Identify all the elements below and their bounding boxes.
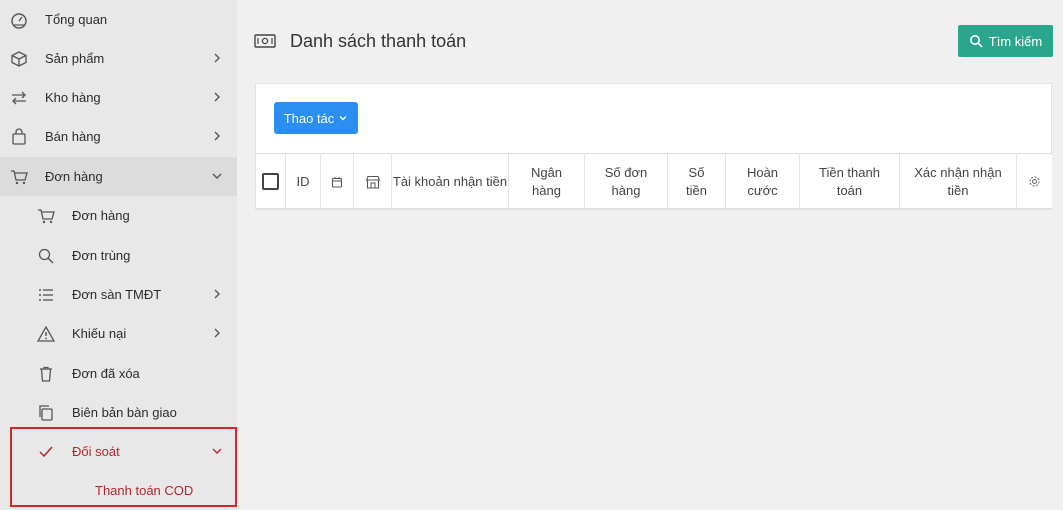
sidebar-subitem-label: Biên bản bàn giao <box>72 405 177 420</box>
box-icon <box>10 50 28 68</box>
sidebar-item-label: Kho hàng <box>45 90 101 105</box>
copy-icon <box>37 404 55 422</box>
sidebar-subitem-label: Khiếu nại <box>72 326 127 341</box>
page-title: Danh sách thanh toán <box>290 31 467 51</box>
column-header-id[interactable]: ID <box>286 154 321 209</box>
dashboard-icon <box>10 11 28 29</box>
sidebar-subitem-marketplace-orders[interactable]: Đơn sàn TMĐT <box>0 275 237 314</box>
actions-dropdown-button[interactable]: Thao tác <box>274 102 358 134</box>
header-checkbox-cell <box>256 154 286 209</box>
search-button[interactable]: Tìm kiếm <box>958 25 1053 57</box>
chevron-right-icon <box>214 328 220 338</box>
highlight-box <box>10 427 237 507</box>
sidebar: Tổng quan Sản phẩm Kho hàng Bán hàng Đơn… <box>0 0 237 510</box>
search-button-label: Tìm kiếm <box>988 33 1043 49</box>
chevron-down-icon <box>212 173 222 179</box>
column-header-receiving-account[interactable]: Tài khoản nhận tiền <box>392 154 509 209</box>
cart-icon <box>37 207 55 225</box>
transfer-icon <box>10 89 28 107</box>
gear-icon <box>1029 176 1040 187</box>
chevron-down-icon <box>339 116 347 121</box>
column-header-payment-amount[interactable]: Tiền thanh toán <box>800 154 900 209</box>
shopping-bag-icon <box>10 128 28 146</box>
sidebar-item-label: Đơn hàng <box>45 169 103 184</box>
sidebar-item-overview[interactable]: Tổng quan <box>0 0 237 39</box>
sidebar-item-label: Sản phẩm <box>45 51 105 66</box>
sidebar-subitem-label: Đơn trùng <box>72 248 131 263</box>
chevron-right-icon <box>214 131 220 141</box>
sidebar-subitem-complaints[interactable]: Khiếu nại <box>0 314 237 353</box>
chevron-right-icon <box>214 289 220 299</box>
trash-icon <box>37 365 55 383</box>
column-header-receipt-confirmation[interactable]: Xác nhận nhận tiền <box>900 154 1017 209</box>
warning-icon <box>37 325 55 343</box>
list-icon <box>37 286 55 304</box>
sidebar-item-label: Bán hàng <box>45 129 101 144</box>
sidebar-item-label: Tổng quan <box>45 12 108 27</box>
search-icon <box>969 35 983 48</box>
sidebar-item-orders[interactable]: Đơn hàng <box>0 157 237 196</box>
column-header-bank[interactable]: Ngân hàng <box>509 154 585 209</box>
store-icon <box>365 175 380 189</box>
sidebar-subitem-label: Đơn sàn TMĐT <box>72 287 162 302</box>
column-header-order-count[interactable]: Số đơn hàng <box>585 154 668 209</box>
column-header-date[interactable] <box>321 154 354 209</box>
sidebar-subitem-label: Đơn đã xóa <box>72 366 140 381</box>
column-header-refund-fee[interactable]: Hoàn cước <box>726 154 800 209</box>
table-header: ID Tài khoản nhận tiền Ngân hàng Số đơn … <box>256 153 1052 209</box>
search-icon <box>37 247 55 265</box>
sidebar-item-sales[interactable]: Bán hàng <box>0 117 237 156</box>
sidebar-item-warehouse[interactable]: Kho hàng <box>0 78 237 117</box>
sidebar-item-products[interactable]: Sản phẩm <box>0 39 237 78</box>
select-all-checkbox[interactable] <box>262 173 279 190</box>
sidebar-subitem-label: Đơn hàng <box>72 208 130 223</box>
chevron-right-icon <box>214 53 220 63</box>
money-icon <box>254 34 276 48</box>
cart-icon <box>10 168 28 186</box>
column-header-amount[interactable]: Số tiền <box>668 154 726 209</box>
calendar-icon <box>331 176 343 188</box>
sidebar-subitem-deleted-orders[interactable]: Đơn đã xóa <box>0 354 237 393</box>
actions-label: Thao tác <box>283 110 335 126</box>
sidebar-subitem-duplicate-orders[interactable]: Đơn trùng <box>0 236 237 275</box>
chevron-right-icon <box>214 92 220 102</box>
column-header-store[interactable] <box>354 154 392 209</box>
column-settings-cell[interactable] <box>1017 154 1052 209</box>
sidebar-subitem-orders[interactable]: Đơn hàng <box>0 196 237 235</box>
